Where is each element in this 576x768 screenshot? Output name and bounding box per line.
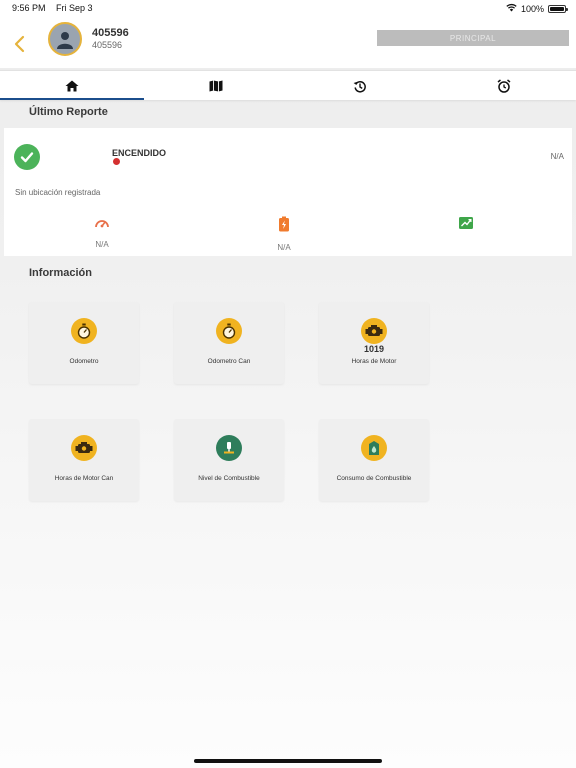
tile-label: Horas de Motor <box>351 358 397 365</box>
battery-percent: 100% <box>520 3 544 14</box>
tab-history[interactable] <box>288 71 432 101</box>
tab-alarm[interactable] <box>432 71 576 101</box>
tile-label: Odometro <box>69 358 99 365</box>
engine-icon <box>361 318 387 344</box>
wifi-icon <box>506 3 517 14</box>
home-icon <box>65 80 79 92</box>
metric-speed: N/A <box>72 216 132 249</box>
report-card: ENCENDIDO N/A Sin ubicación registrada N… <box>4 128 572 256</box>
tile-label: Nivel de Combustible <box>198 475 260 482</box>
metric-signal <box>436 216 496 241</box>
engine-icon <box>71 435 97 461</box>
status-bar: 9:56 PM Fri Sep 3 100% <box>0 0 576 18</box>
active-tab-indicator <box>0 98 144 100</box>
tile-odometro-can[interactable]: Odometro Can <box>174 302 284 384</box>
fuel-level-icon <box>216 435 242 461</box>
stopwatch-icon <box>71 318 97 344</box>
tile-nivel-combustible[interactable]: Nivel de Combustible <box>174 419 284 501</box>
avatar <box>48 22 82 56</box>
history-icon <box>353 80 366 93</box>
stopwatch-icon <box>216 318 242 344</box>
speedometer-icon <box>95 220 109 228</box>
principal-button[interactable]: PRINCIPAL <box>377 30 569 46</box>
alarm-icon <box>497 79 511 93</box>
tile-consumo-combustible[interactable]: Consumo de Combustible <box>319 419 429 501</box>
tile-label: Odometro Can <box>207 358 251 365</box>
tab-home[interactable] <box>0 71 144 101</box>
battery-value: N/A <box>277 243 291 252</box>
status-dot-icon <box>113 158 120 165</box>
info-section-title: Información <box>29 267 92 279</box>
report-section-title: Último Reporte <box>29 106 108 118</box>
check-icon <box>14 144 40 170</box>
tile-horas-motor-can[interactable]: Horas de Motor Can <box>29 419 139 501</box>
home-indicator[interactable] <box>194 759 382 763</box>
battery-icon <box>279 216 289 232</box>
back-button[interactable] <box>12 34 28 54</box>
engine-status: ENCENDIDO <box>112 148 167 158</box>
tile-label: Consumo de Combustible <box>336 475 412 482</box>
chevron-left-icon <box>14 35 25 53</box>
speed-value: N/A <box>95 240 109 249</box>
tile-value: 1019 <box>363 344 385 354</box>
unit-title: 405596 <box>92 27 129 39</box>
fuel-consumption-icon <box>361 435 387 461</box>
user-icon <box>57 32 73 49</box>
unit-subtitle: 405596 <box>92 40 123 50</box>
metric-battery: N/A <box>254 216 314 252</box>
app-header: 405596 405596 PRINCIPAL <box>0 18 576 68</box>
map-icon <box>209 80 223 92</box>
tile-horas-motor[interactable]: 1019 Horas de Motor <box>319 302 429 384</box>
tile-label: Horas de Motor Can <box>54 475 114 482</box>
status-date: Fri Sep 3 <box>56 3 93 13</box>
signal-icon <box>459 217 473 229</box>
status-time: 9:56 PM <box>12 3 46 13</box>
report-right-value: N/A <box>550 152 564 161</box>
tab-bar <box>0 70 576 100</box>
battery-indicator-icon <box>548 4 568 13</box>
tab-map[interactable] <box>144 71 288 101</box>
tile-odometro[interactable]: Odometro <box>29 302 139 384</box>
location-text: Sin ubicación registrada <box>15 188 101 197</box>
